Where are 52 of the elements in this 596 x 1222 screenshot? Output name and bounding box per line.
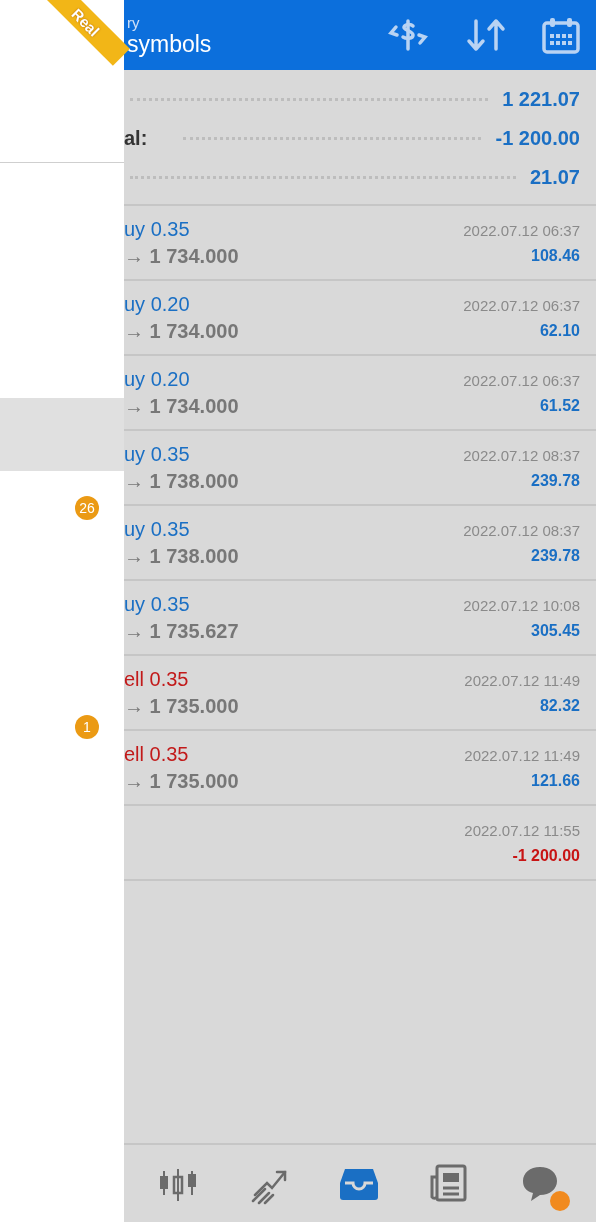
deal-profit: 121.66	[531, 772, 580, 790]
drawer-item[interactable]: 1	[0, 690, 124, 763]
count-badge: 26	[75, 495, 99, 520]
deal-type: uy 0.20	[124, 368, 190, 391]
deal-profit: 61.52	[539, 397, 580, 415]
deal-time: 2022.07.12 11:55	[464, 822, 580, 839]
screen-title: symbols	[127, 31, 212, 58]
inbox-icon[interactable]	[339, 1168, 378, 1200]
deal-time: 2022.07.12 11:49	[464, 747, 580, 764]
deal-type: ell 0.35	[124, 743, 189, 766]
deal-type: uy 0.35	[124, 218, 190, 241]
deal-profit: 239.78	[531, 472, 580, 490]
deal-profit: 62.10	[539, 322, 580, 340]
deal-price: → 1 734.000	[124, 395, 239, 418]
deal-type: uy 0.35	[124, 443, 190, 466]
currency-exchange-icon[interactable]	[386, 17, 430, 53]
deal-price: → 1 735.000	[124, 695, 239, 718]
deal-type: ell 0.35	[124, 668, 189, 691]
sort-icon[interactable]	[466, 17, 506, 53]
summary-value: 21.07	[529, 165, 580, 189]
deal-profit: 108.46	[531, 247, 580, 265]
newspaper-icon[interactable]	[430, 1164, 467, 1201]
deal-profit: 82.32	[539, 697, 580, 715]
trend-arrow-icon[interactable]	[251, 1170, 286, 1204]
deal-price: → 1 738.000	[124, 470, 239, 493]
drawer-item[interactable]: 26	[0, 471, 124, 544]
deal-profit: -1 200.00	[512, 847, 580, 865]
summary-value: 1 221.07	[502, 87, 580, 111]
account-subtitle: ry	[127, 14, 140, 31]
deal-type: uy 0.35	[124, 593, 190, 616]
deal-type: uy 0.20	[124, 293, 190, 316]
deal-price: → 1 734.000	[124, 245, 239, 268]
count-badge: 1	[75, 714, 99, 739]
deal-type: uy 0.35	[124, 518, 190, 541]
deal-time: 2022.07.12 08:37	[463, 447, 580, 464]
deal-time: 2022.07.12 08:37	[463, 522, 580, 539]
chat-icon[interactable]	[522, 1166, 557, 1201]
summary-value: -1 200.00	[495, 126, 580, 150]
deal-time: 2022.07.12 06:37	[463, 222, 580, 239]
deal-price: → 1 734.000	[124, 320, 239, 343]
deal-time: 2022.07.12 06:37	[463, 297, 580, 314]
candlestick-icon[interactable]	[160, 1167, 197, 1202]
deal-price: → 1 735.627	[124, 620, 239, 643]
deal-profit: 305.45	[531, 622, 580, 640]
summary-label: al:	[124, 126, 148, 150]
deal-time: 2022.07.12 10:08	[463, 597, 580, 614]
deal-time: 2022.07.12 06:37	[463, 372, 580, 389]
calendar-icon[interactable]	[542, 16, 580, 54]
deal-price: → 1 738.000	[124, 545, 239, 568]
deal-time: 2022.07.12 11:49	[464, 672, 580, 689]
deal-profit: 239.78	[531, 547, 580, 565]
deal-price: → 1 735.000	[124, 770, 239, 793]
